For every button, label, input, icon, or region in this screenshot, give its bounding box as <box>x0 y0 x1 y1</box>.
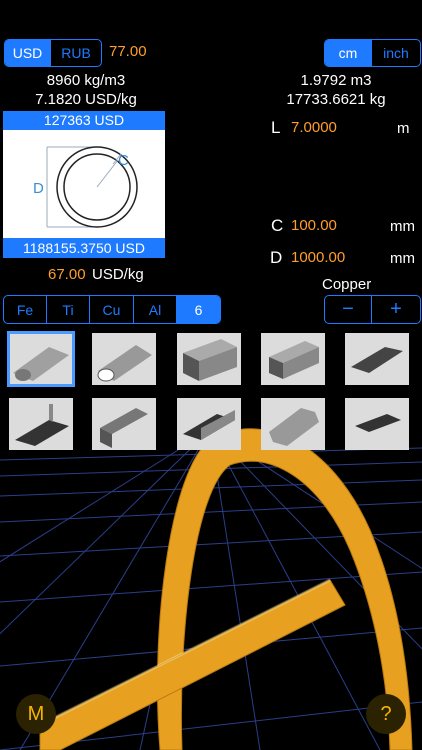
diagram-c-label: C <box>118 152 129 169</box>
currency-rub-option[interactable]: RUB <box>51 40 101 66</box>
d-input[interactable]: 1000.00 <box>291 249 345 266</box>
price-per-kg-label: 7.1820 USD/kg <box>35 91 137 108</box>
menu-button[interactable]: M <box>16 694 56 734</box>
shape-square-bar-thumb[interactable] <box>261 333 325 385</box>
channel-icon <box>92 398 156 450</box>
shape-square-tube-thumb[interactable] <box>177 333 241 385</box>
d-label: D <box>270 248 283 267</box>
shape-round-bar-thumb[interactable] <box>7 331 75 387</box>
shape-pipe-thumb[interactable] <box>92 333 156 385</box>
round-bar-icon <box>9 333 73 385</box>
length-label: L <box>271 118 281 137</box>
help-button[interactable]: ? <box>366 694 406 734</box>
shape-hex-bar-thumb[interactable] <box>261 398 325 450</box>
metal-selector: Fe Ti Cu Al 6 <box>3 295 221 324</box>
i-beam-icon <box>177 398 241 450</box>
shape-angle-thumb[interactable] <box>9 398 73 450</box>
pipe-icon <box>92 333 156 385</box>
hex-bar-icon <box>261 398 325 450</box>
shape-channel-thumb[interactable] <box>92 398 156 450</box>
exchange-rate-input[interactable]: 77.00 <box>109 43 147 60</box>
price-unit-label: USD/kg <box>92 266 144 283</box>
c-input[interactable]: 100.00 <box>291 217 337 234</box>
units-inch-option[interactable]: inch <box>372 40 420 66</box>
profile-card: 127363 USD D C 1188155.3750 USD <box>3 111 165 258</box>
material-previous-button[interactable]: − <box>325 296 372 323</box>
pipe-diagram-icon: D C <box>33 146 138 228</box>
weight-label: 17733.6621 kg <box>286 91 386 108</box>
bottom-price-bar: 1188155.3750 USD <box>3 238 165 258</box>
metal-custom-option[interactable]: 6 <box>177 296 220 323</box>
angle-icon <box>9 398 73 450</box>
shape-i-beam-thumb[interactable] <box>177 398 241 450</box>
currency-selector: USD RUB <box>4 39 102 67</box>
flat-plate-icon <box>345 333 409 385</box>
shape-flat-plate-thumb[interactable] <box>345 333 409 385</box>
length-input[interactable]: 7.0000 <box>291 119 337 136</box>
c-label: C <box>271 216 284 235</box>
sheet-icon <box>345 398 409 450</box>
diagram-d-label: D <box>33 180 44 197</box>
units-selector: cm inch <box>324 39 421 67</box>
price-input[interactable]: 67.00 <box>48 266 86 283</box>
material-name: Copper <box>322 276 372 293</box>
material-next-button[interactable]: + <box>372 296 420 323</box>
length-unit: m <box>397 120 410 137</box>
units-cm-option[interactable]: cm <box>325 40 372 66</box>
square-tube-icon <box>177 333 241 385</box>
metal-ti-option[interactable]: Ti <box>47 296 90 323</box>
d-unit: mm <box>390 250 415 267</box>
metal-al-option[interactable]: Al <box>134 296 177 323</box>
density-label: 8960 kg/m3 <box>46 72 126 89</box>
c-unit: mm <box>390 218 415 235</box>
metal-cu-option[interactable]: Cu <box>90 296 134 323</box>
currency-usd-option[interactable]: USD <box>5 40 51 66</box>
shape-sheet-thumb[interactable] <box>345 398 409 450</box>
metal-fe-option[interactable]: Fe <box>4 296 47 323</box>
square-bar-icon <box>261 333 325 385</box>
material-stepper: − + <box>324 295 421 324</box>
scene-3d-view[interactable] <box>0 330 422 750</box>
top-price-bar: 127363 USD <box>3 111 165 130</box>
volume-label: 1.9792 m3 <box>300 72 372 89</box>
